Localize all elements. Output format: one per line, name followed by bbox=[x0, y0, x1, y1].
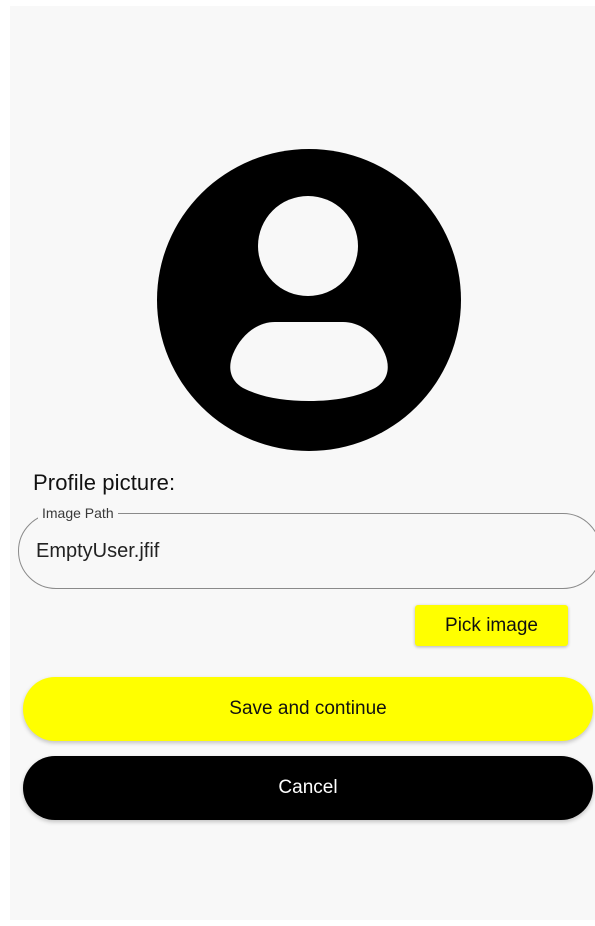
profile-picture-label: Profile picture: bbox=[33, 470, 176, 495]
save-and-continue-button[interactable]: Save and continue bbox=[23, 677, 593, 741]
profile-picture-screen: Profile picture: Image Path Pick image S… bbox=[10, 6, 595, 920]
cancel-button[interactable]: Cancel bbox=[23, 756, 593, 820]
image-path-field[interactable]: Image Path bbox=[18, 505, 595, 589]
image-path-label: Image Path bbox=[38, 505, 118, 521]
person-avatar-icon bbox=[157, 149, 461, 451]
pick-image-button[interactable]: Pick image bbox=[415, 605, 568, 646]
image-path-input[interactable] bbox=[36, 540, 536, 563]
